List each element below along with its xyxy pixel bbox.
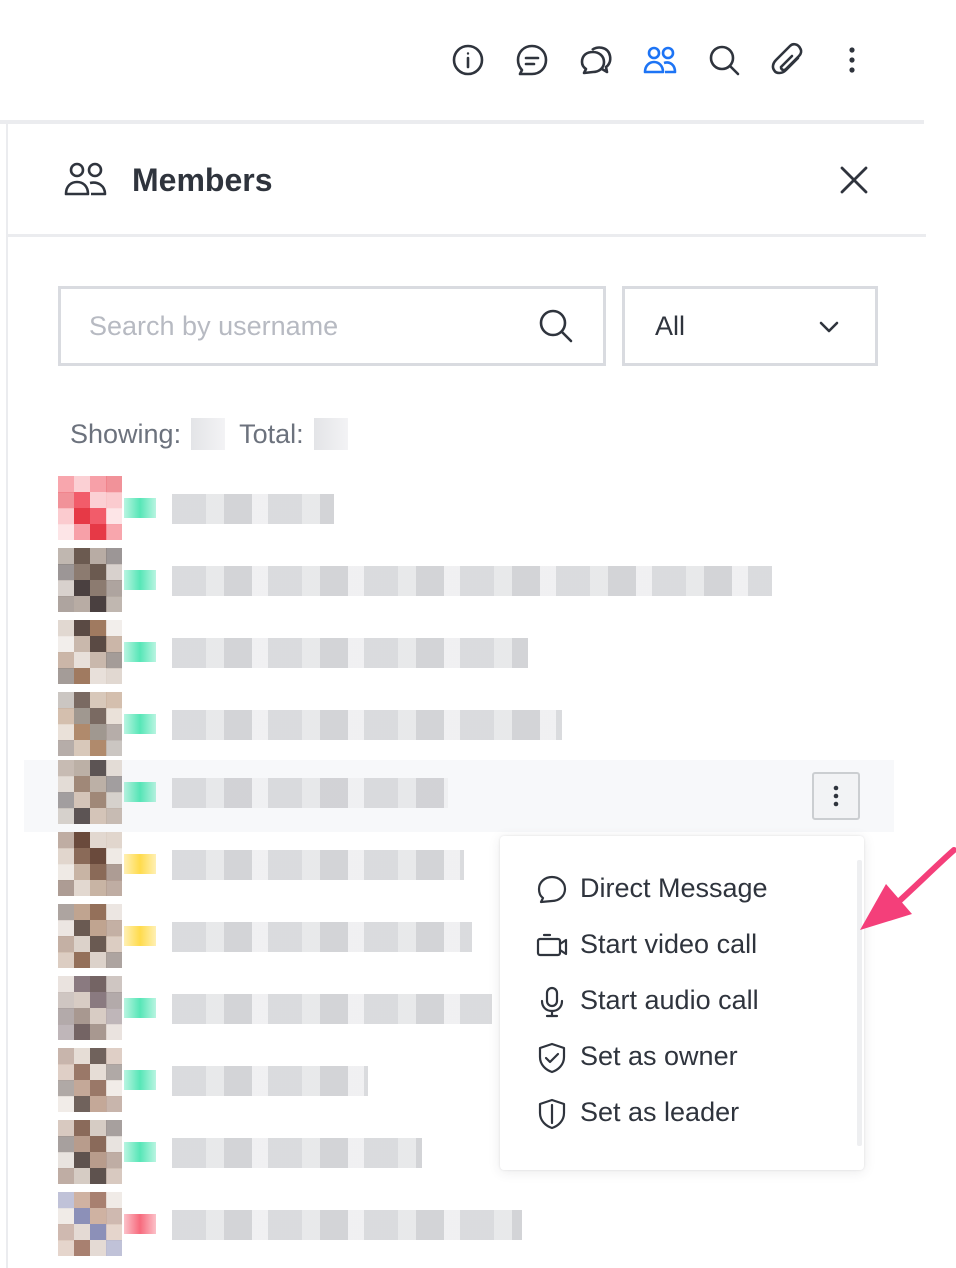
status-indicator <box>124 1070 156 1090</box>
discussion-icon[interactable] <box>576 40 616 80</box>
avatar <box>58 760 122 824</box>
member-name-redacted <box>172 638 528 668</box>
search-input[interactable] <box>89 289 519 363</box>
member-name-redacted <box>172 494 334 524</box>
total-count <box>313 418 348 450</box>
avatar <box>58 620 122 684</box>
member-row[interactable] <box>24 692 894 764</box>
member-row[interactable] <box>24 548 894 620</box>
member-kebab-button[interactable] <box>812 772 860 820</box>
search-icon[interactable] <box>704 40 744 80</box>
menu-item-start-video-call[interactable]: Start video call <box>500 916 856 972</box>
status-indicator <box>124 1142 156 1162</box>
search-icon[interactable] <box>537 307 575 345</box>
menu-item-start-audio-call[interactable]: Start audio call <box>500 972 856 1028</box>
avatar <box>58 548 122 612</box>
members-icon[interactable] <box>640 40 680 80</box>
status-indicator <box>124 854 156 874</box>
status-indicator <box>124 714 156 734</box>
member-row[interactable] <box>24 476 894 548</box>
total-label: Total: <box>239 418 304 449</box>
member-name-redacted <box>172 710 562 740</box>
threads-icon[interactable] <box>512 40 552 80</box>
member-row[interactable] <box>24 760 894 832</box>
panel-header: Members <box>8 124 926 237</box>
member-context-menu: Direct Message Start video call Start au… <box>500 836 864 1170</box>
member-name-redacted <box>172 1138 422 1168</box>
member-name-redacted <box>172 850 464 880</box>
menu-item-label: Set as owner <box>580 1041 738 1071</box>
status-indicator <box>124 570 156 590</box>
avatar <box>58 1192 122 1256</box>
member-name-redacted <box>172 994 492 1024</box>
avatar <box>58 832 122 896</box>
menu-item-direct-message[interactable]: Direct Message <box>500 860 856 916</box>
menu-item-set-as-leader[interactable]: Set as leader <box>500 1084 856 1140</box>
avatar <box>58 692 122 756</box>
avatar <box>58 1048 122 1112</box>
kebab-menu-icon[interactable] <box>832 40 872 80</box>
member-name-redacted <box>172 566 772 596</box>
member-name-redacted <box>172 1066 368 1096</box>
filter-selected-value: All <box>655 311 686 341</box>
menu-item-set-as-owner[interactable]: Set as owner <box>500 1028 856 1084</box>
menu-item-label: Start video call <box>580 929 758 959</box>
menu-item-label: Direct Message <box>580 873 768 903</box>
chevron-down-icon <box>819 321 839 333</box>
close-icon[interactable] <box>834 160 874 200</box>
showing-count <box>191 418 226 450</box>
shield-blank-icon <box>538 1098 566 1130</box>
microphone-icon <box>540 986 564 1018</box>
member-counts: Showing: Total: <box>70 418 362 450</box>
member-name-redacted <box>172 922 472 952</box>
avatar <box>58 904 122 968</box>
member-name-redacted <box>172 1210 522 1240</box>
status-indicator <box>124 926 156 946</box>
attachment-icon[interactable] <box>768 40 808 80</box>
status-indicator <box>124 1214 156 1234</box>
status-filter-select[interactable]: All <box>622 286 878 366</box>
search-field <box>58 286 606 366</box>
shield-check-icon <box>538 1042 566 1074</box>
status-indicator <box>124 782 156 802</box>
panel-title: Members <box>132 162 273 198</box>
member-name-redacted <box>172 778 448 808</box>
kebab-menu-icon <box>833 785 839 807</box>
member-row[interactable] <box>24 620 894 692</box>
avatar <box>58 1120 122 1184</box>
avatar <box>58 476 122 540</box>
status-indicator <box>124 498 156 518</box>
info-icon[interactable] <box>448 40 488 80</box>
menu-item-label: Start audio call <box>580 985 759 1015</box>
chat-bubble-icon <box>537 875 567 904</box>
status-indicator <box>124 642 156 662</box>
room-toolbar <box>0 0 956 120</box>
status-indicator <box>124 998 156 1018</box>
menu-item-label: Set as leader <box>580 1097 740 1127</box>
members-icon <box>64 162 107 196</box>
member-row[interactable] <box>24 1192 894 1264</box>
showing-label: Showing: <box>70 418 182 449</box>
avatar <box>58 976 122 1040</box>
annotation-arrow-icon <box>860 847 956 930</box>
video-camera-icon <box>536 933 568 957</box>
